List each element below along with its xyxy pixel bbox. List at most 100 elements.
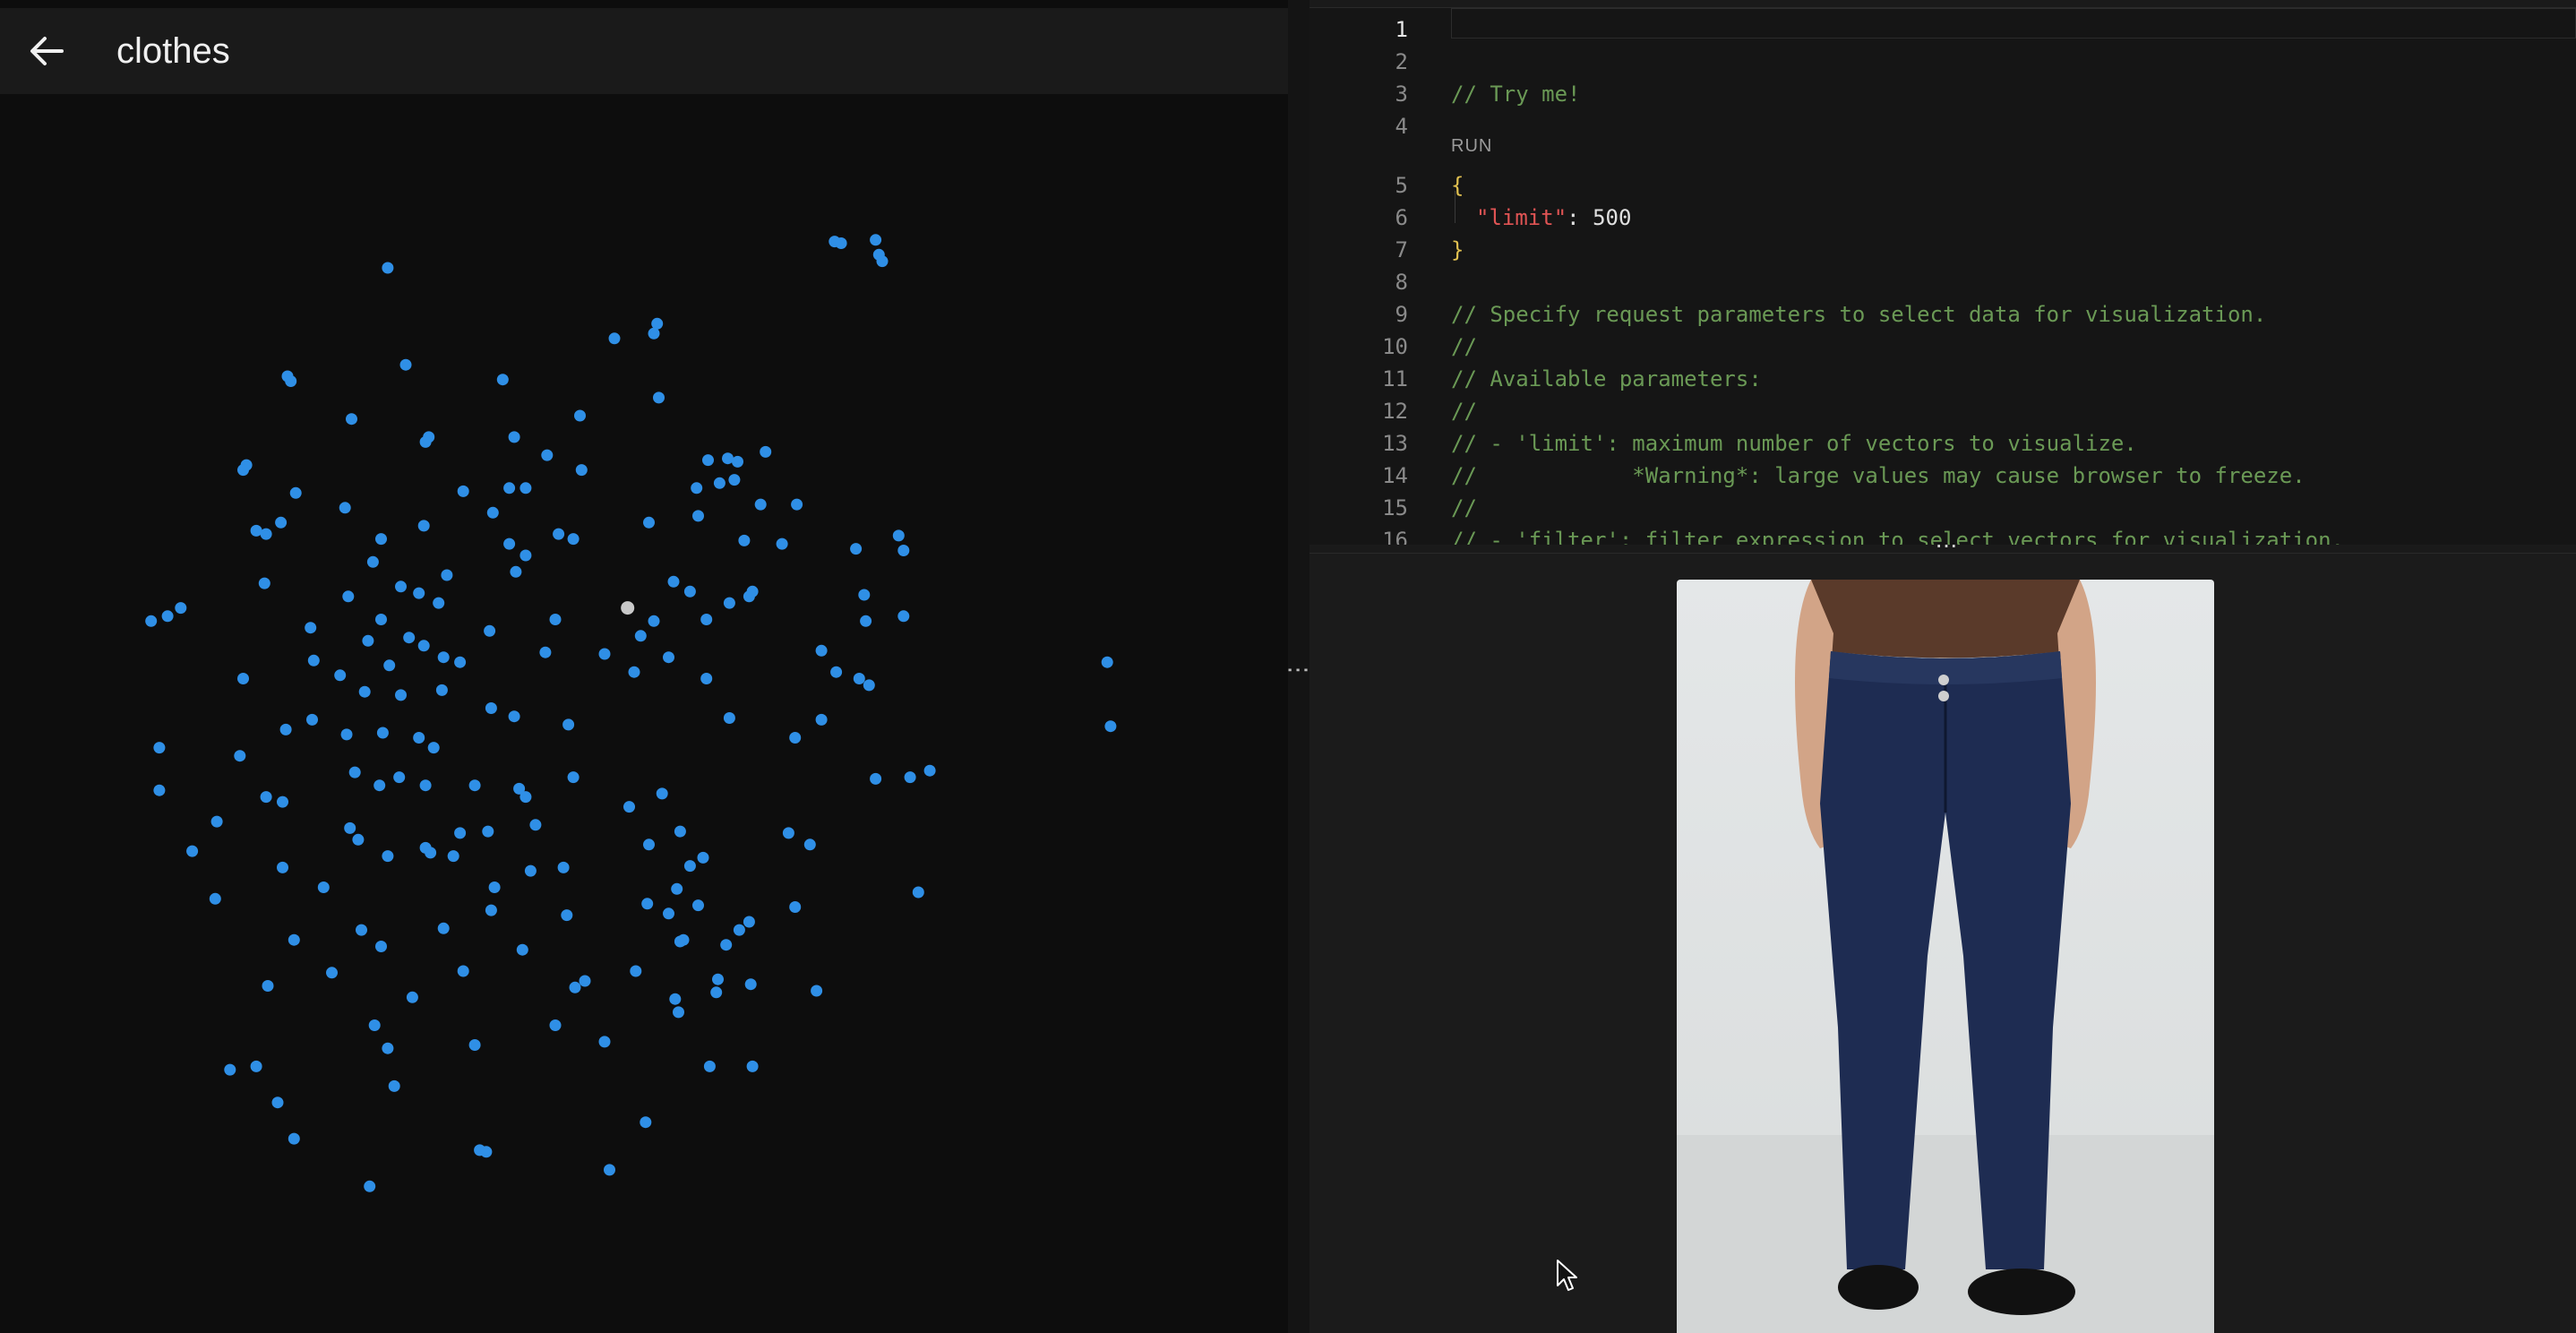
scatter-point[interactable]: [344, 821, 356, 834]
scatter-point[interactable]: [691, 482, 703, 494]
scatter-point[interactable]: [485, 904, 497, 916]
scatter-point[interactable]: [356, 924, 367, 936]
code-line[interactable]: //: [1451, 492, 1477, 524]
scatter-point[interactable]: [376, 727, 389, 739]
scatter-point[interactable]: [876, 255, 889, 268]
scatter-point[interactable]: [234, 750, 246, 762]
scatter-point[interactable]: [368, 1019, 381, 1031]
scatter-point[interactable]: [145, 615, 158, 627]
scatter-point[interactable]: [153, 742, 166, 754]
scatter-point[interactable]: [417, 640, 430, 652]
scatter-point[interactable]: [782, 827, 794, 839]
scatter-point[interactable]: [258, 577, 270, 589]
code-line[interactable]: "limit": 500: [1476, 202, 1631, 234]
scatter-point[interactable]: [419, 779, 432, 792]
scatter-point[interactable]: [674, 825, 686, 838]
scatter-point[interactable]: [634, 630, 647, 642]
scatter-point[interactable]: [789, 901, 802, 913]
scatter-point[interactable]: [250, 524, 262, 537]
scatter-point[interactable]: [648, 615, 660, 627]
scatter-canvas[interactable]: [0, 94, 1288, 1333]
scatter-point[interactable]: [262, 980, 274, 992]
scatter-point[interactable]: [853, 673, 865, 684]
scatter-point[interactable]: [562, 718, 575, 731]
scatter-point[interactable]: [210, 815, 223, 828]
scatter-point[interactable]: [702, 454, 714, 467]
scatter-point[interactable]: [508, 431, 520, 443]
scatter-point[interactable]: [277, 861, 288, 873]
scatter-point[interactable]: [457, 485, 469, 497]
scatter-point[interactable]: [904, 771, 916, 784]
scatter-point[interactable]: [641, 898, 654, 910]
scatter-point[interactable]: [892, 529, 905, 542]
scatter-point[interactable]: [209, 892, 221, 905]
scatter-point[interactable]: [339, 502, 351, 514]
scatter-point[interactable]: [288, 933, 300, 946]
scatter-point[interactable]: [760, 445, 772, 458]
scatter-point[interactable]: [643, 516, 655, 529]
scatter-point[interactable]: [457, 965, 469, 977]
scatter-point[interactable]: [733, 924, 745, 936]
scatter-point[interactable]: [427, 742, 440, 754]
scatter-point[interactable]: [186, 845, 199, 857]
scatter-point[interactable]: [237, 673, 249, 684]
scatter-point[interactable]: [437, 922, 450, 934]
scatter-point[interactable]: [630, 965, 642, 977]
scatter-point[interactable]: [348, 766, 361, 778]
scatter-point[interactable]: [723, 597, 735, 609]
scatter-point[interactable]: [153, 784, 166, 796]
scatter-point[interactable]: [419, 435, 432, 448]
scatter-point[interactable]: [305, 622, 317, 634]
scatter-point[interactable]: [334, 669, 347, 682]
scatter-point[interactable]: [285, 375, 297, 387]
scatter-point[interactable]: [375, 533, 387, 546]
scatter-point[interactable]: [260, 528, 272, 540]
code-line[interactable]: // Try me!: [1451, 78, 1581, 110]
scatter-point[interactable]: [746, 1060, 759, 1072]
scatter-point[interactable]: [738, 534, 751, 546]
code-line[interactable]: {: [1451, 169, 1464, 202]
scatter-point[interactable]: [374, 779, 386, 792]
scatter-point[interactable]: [700, 614, 713, 625]
scatter-point[interactable]: [815, 644, 828, 657]
scatter-point[interactable]: [746, 585, 759, 598]
scatter-point[interactable]: [484, 624, 496, 637]
code-line[interactable]: // - 'limit': maximum number of vectors …: [1451, 427, 2137, 460]
scatter-point[interactable]: [623, 801, 635, 813]
scatter-point[interactable]: [503, 482, 516, 494]
scatter-point[interactable]: [728, 474, 741, 486]
scatter-point[interactable]: [382, 1042, 394, 1054]
scatter-point[interactable]: [342, 590, 355, 603]
scatter-point[interactable]: [574, 409, 586, 422]
scatter-point[interactable]: [352, 833, 365, 846]
scatter-point[interactable]: [503, 538, 516, 550]
scatter-point[interactable]: [433, 597, 445, 609]
scatter-point[interactable]: [275, 516, 288, 529]
scatter-point[interactable]: [598, 1036, 611, 1048]
scatter-point[interactable]: [413, 587, 425, 599]
scatter-point[interactable]: [454, 827, 467, 839]
scatter-point[interactable]: [656, 787, 668, 800]
scatter-point[interactable]: [488, 882, 501, 893]
scatter-point[interactable]: [850, 543, 863, 555]
scatter-point[interactable]: [485, 702, 497, 714]
scatter-point[interactable]: [175, 602, 187, 615]
scatter-point[interactable]: [663, 907, 674, 920]
scatter-point[interactable]: [870, 772, 882, 785]
scatter-point[interactable]: [388, 1079, 400, 1092]
scatter-point[interactable]: [508, 710, 520, 723]
scatter-point[interactable]: [366, 555, 379, 568]
scatter-point[interactable]: [399, 358, 412, 371]
scatter-point[interactable]: [1101, 656, 1113, 668]
scatter-point[interactable]: [553, 528, 565, 540]
selected-point[interactable]: [621, 601, 635, 615]
scatter-point[interactable]: [549, 614, 562, 625]
scatter-point[interactable]: [277, 796, 288, 808]
code-line[interactable]: //: [1451, 331, 1477, 363]
scatter-point[interactable]: [417, 520, 430, 532]
code-line[interactable]: // *Warning*: large values may cause bro…: [1451, 460, 2306, 492]
scatter-point[interactable]: [362, 634, 374, 647]
scatter-point[interactable]: [863, 679, 875, 692]
scatter-point[interactable]: [326, 967, 338, 979]
scatter-point[interactable]: [776, 538, 788, 550]
